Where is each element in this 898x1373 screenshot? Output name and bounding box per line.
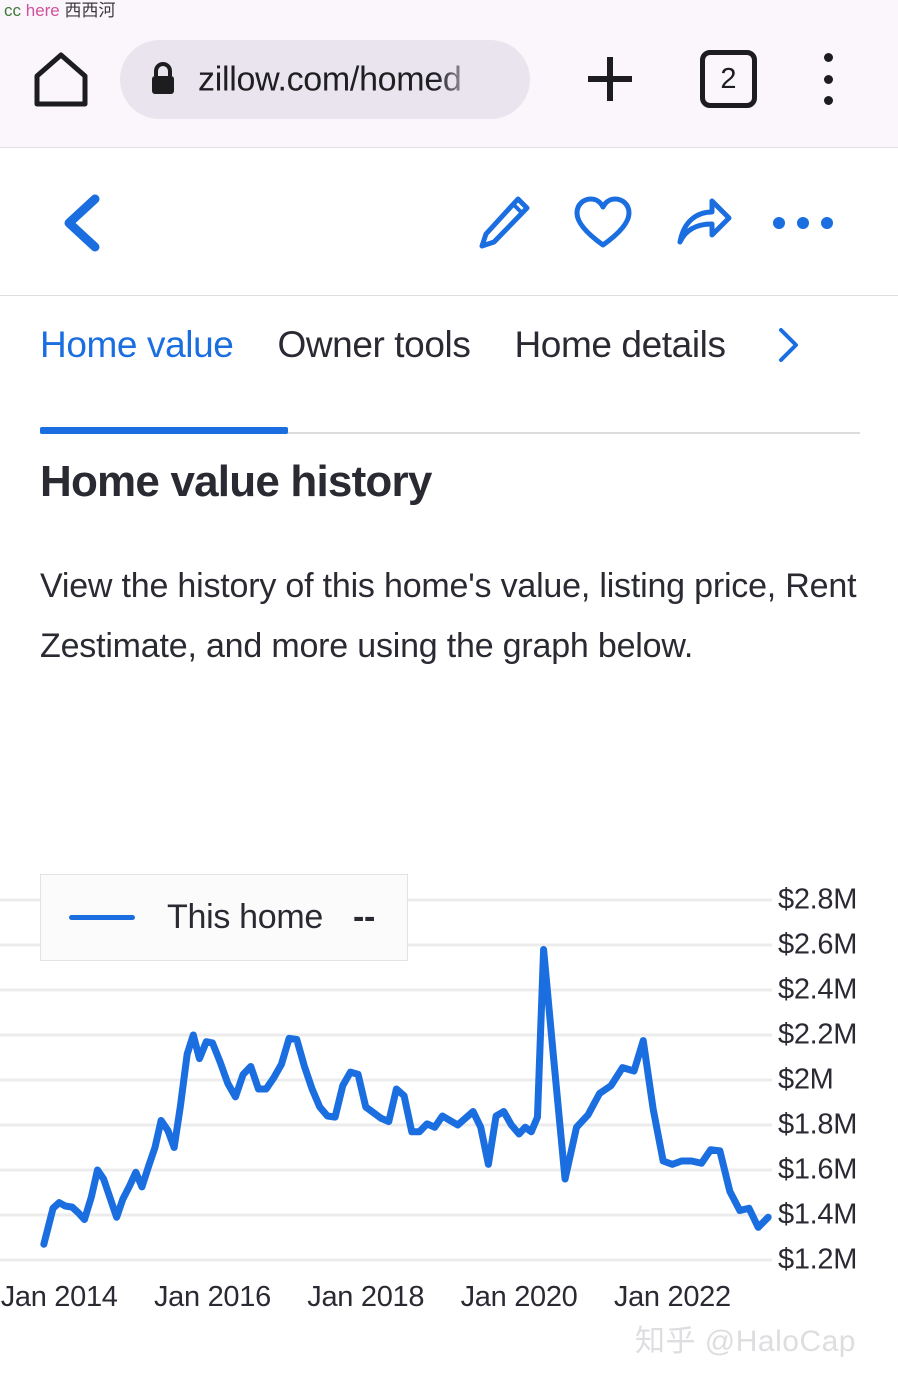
y-axis-tick-label: $2.2M	[778, 1018, 858, 1051]
plus-icon[interactable]	[580, 49, 640, 109]
top-watermark: cc here 西西河	[4, 0, 116, 22]
share-arrow-icon[interactable]	[672, 192, 734, 254]
tab-counter-button[interactable]: 2	[700, 50, 757, 108]
tab-bar: Home value Owner tools Home details	[0, 296, 898, 442]
page-title: Home value history	[40, 457, 432, 506]
watermark-cn: 西西河	[64, 1, 116, 20]
watermark-here: here	[25, 1, 60, 20]
tab-home-value[interactable]: Home value	[40, 324, 234, 366]
heart-icon[interactable]	[572, 192, 634, 254]
chevron-left-icon[interactable]	[55, 193, 109, 253]
app-toolbar	[0, 148, 898, 296]
y-axis-tick-label: $2.6M	[778, 928, 858, 961]
y-axis-tick-label: $2M	[778, 1063, 834, 1096]
watermark-cc: cc	[4, 1, 21, 20]
x-axis-tick-label: Jan 2020	[460, 1281, 578, 1313]
y-axis-tick-label: $1.4M	[778, 1198, 858, 1231]
y-axis-tick-label: $1.6M	[778, 1153, 858, 1186]
legend-series-value: --	[353, 898, 376, 936]
tab-list: Home value Owner tools Home details	[40, 324, 802, 366]
chart-legend[interactable]: This home --	[40, 874, 408, 961]
tab-count-label: 2	[720, 62, 737, 95]
tab-owner-tools[interactable]: Owner tools	[277, 324, 470, 366]
section-description: View the history of this home's value, l…	[40, 567, 857, 665]
tab-active-indicator	[40, 427, 288, 434]
x-axis-tick-label: Jan 2016	[153, 1281, 271, 1313]
y-axis-tick-label: $2.8M	[778, 883, 858, 916]
bottom-watermark: 知乎 @HaloCap	[634, 1325, 856, 1358]
tab-home-details[interactable]: Home details	[514, 324, 726, 366]
ellipsis-icon[interactable]	[772, 192, 834, 254]
y-axis-tick-label: $1.2M	[778, 1243, 858, 1276]
x-axis-tick-label: Jan 2014	[0, 1281, 118, 1313]
chevron-right-icon[interactable]	[776, 326, 802, 364]
y-axis-tick-label: $2.4M	[778, 973, 858, 1006]
lock-icon	[148, 62, 178, 96]
x-axis-tick-label: Jan 2022	[613, 1281, 731, 1313]
url-bar[interactable]: zillow.com/homed	[120, 40, 530, 119]
x-axis-tick-label: Jan 2018	[307, 1281, 425, 1313]
pencil-icon[interactable]	[472, 192, 534, 254]
url-text: zillow.com/homed	[198, 60, 462, 98]
y-axis-tick-label: $1.8M	[778, 1108, 858, 1141]
home-icon[interactable]	[33, 50, 89, 108]
chart-y-axis: $2.8M $2.6M $2.4M $2.2M $2M $1.8M $1.6M $1.4M $1…	[778, 875, 898, 1276]
legend-series-label: This home	[167, 898, 324, 936]
browser-toolbar: zillow.com/homed 2	[0, 0, 898, 148]
legend-color-swatch	[69, 915, 135, 920]
kebab-menu-icon[interactable]	[810, 50, 846, 108]
